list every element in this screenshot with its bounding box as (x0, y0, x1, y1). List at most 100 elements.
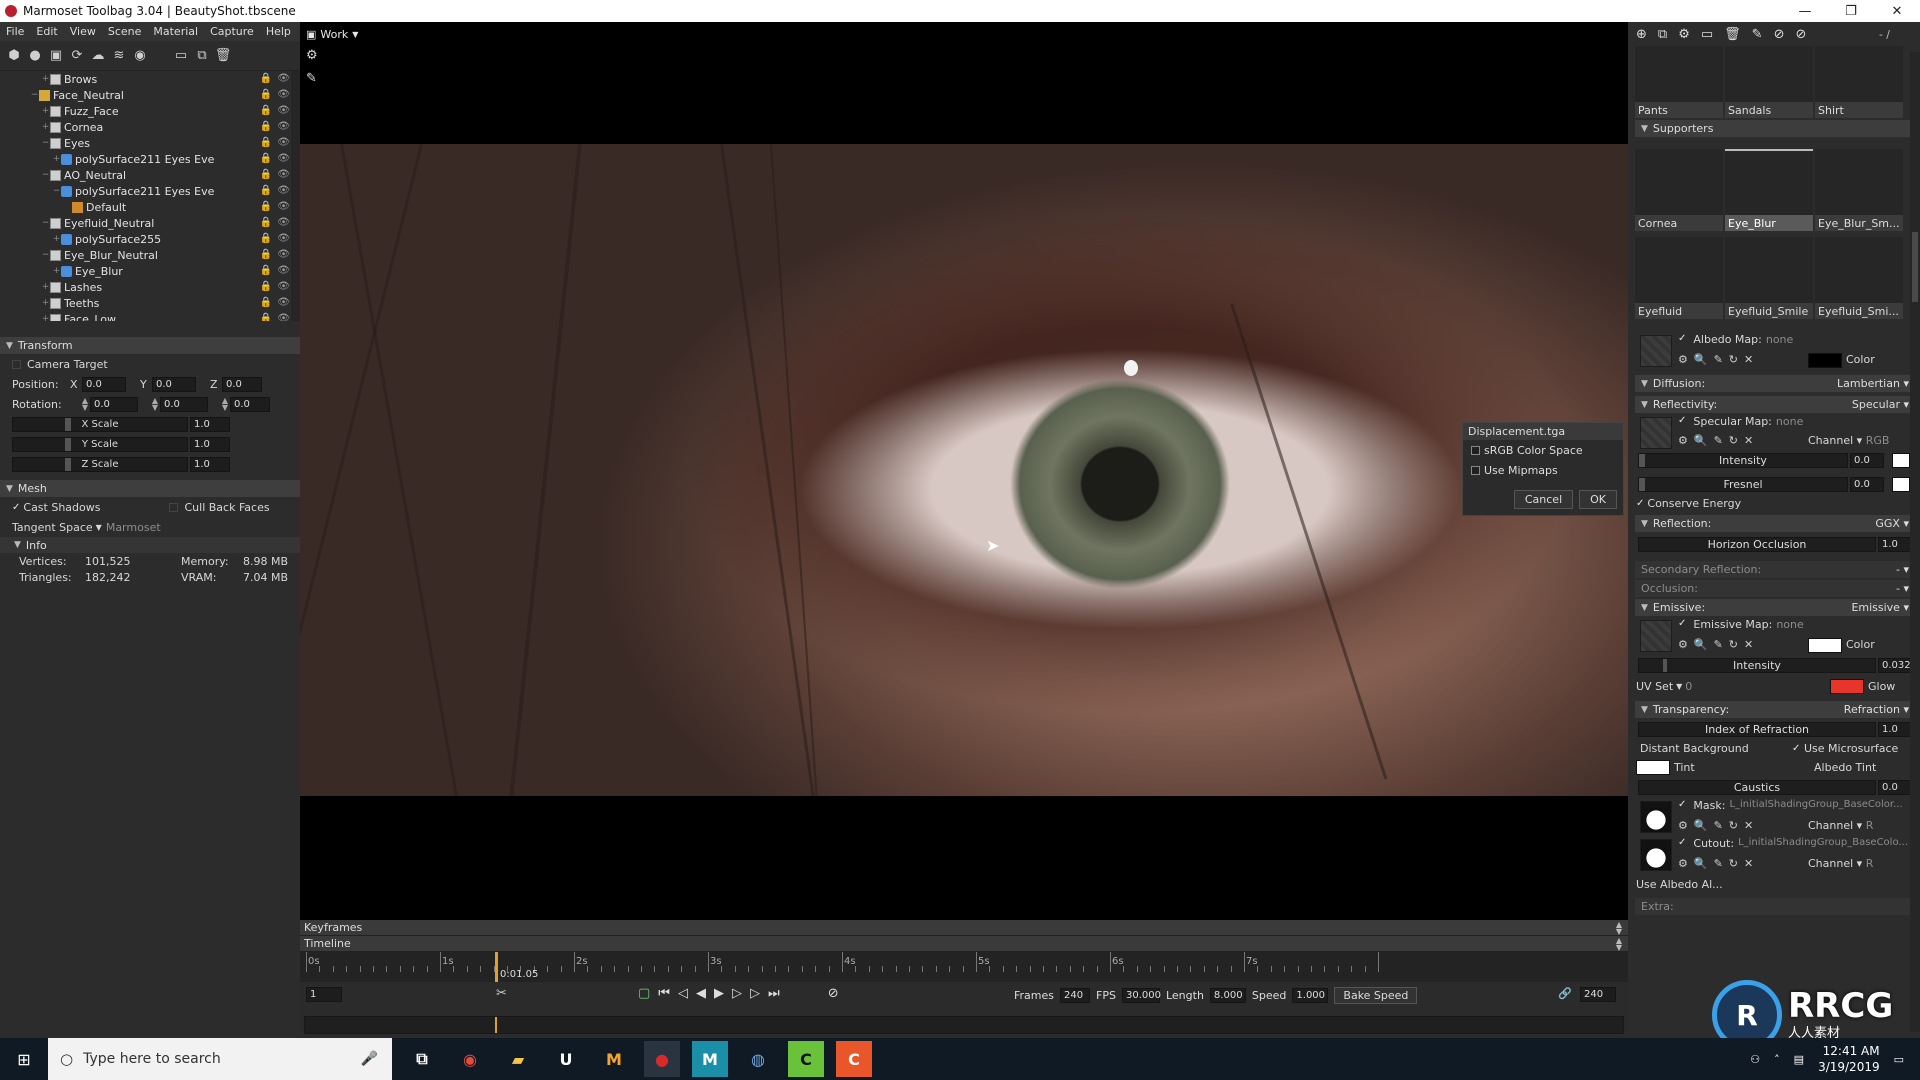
mudbox-icon[interactable]: M (692, 1041, 728, 1077)
add-fog-icon[interactable]: ≋ (111, 48, 127, 64)
cutout-channel-dropdown[interactable]: Channel ▾ R (1808, 857, 1873, 870)
marmoset-taskbar-icon[interactable]: ● (644, 1041, 680, 1077)
reflectivity-header[interactable]: ▼ Reflectivity: Specular ▾ (1635, 396, 1913, 413)
supporters-group-header[interactable]: ▼ Supporters (1635, 120, 1913, 137)
visibility-eye-icon[interactable]: 👁 (277, 169, 290, 180)
tangent-space-value[interactable]: Marmoset (106, 521, 161, 534)
visibility-eye-icon[interactable]: 👁 (277, 185, 290, 196)
lock-icon[interactable]: 🔒 (260, 73, 272, 84)
scene-tree-item[interactable]: + Face_Low 🔒 👁 (0, 311, 300, 321)
reflection-header[interactable]: ▼ Reflection: GGX ▾ (1635, 515, 1913, 532)
add-mesh-icon[interactable]: ⬢ (6, 48, 22, 64)
emissive-edit-icon[interactable]: ✎ (1714, 638, 1723, 651)
material-view-dropdown[interactable]: - / (1879, 28, 1890, 41)
menu-material[interactable]: Material (147, 25, 204, 38)
emissive-header[interactable]: ▼ Emissive: Emissive ▾ (1635, 599, 1913, 616)
taskbar-search[interactable]: ○ Type here to search 🎤 (48, 1038, 392, 1080)
diffusion-dropdown[interactable]: Lambertian ▾ (1837, 377, 1909, 390)
conserve-energy-checkbox[interactable]: ✓ (1636, 498, 1644, 509)
lock-icon[interactable]: 🔒 (260, 233, 272, 244)
caustics-slider[interactable]: Caustics (1638, 780, 1876, 795)
delete-material-icon[interactable]: 🗑 (1724, 27, 1741, 42)
specular-intensity-slider[interactable]: Intensity (1638, 453, 1848, 468)
tangent-space-dropdown-icon[interactable]: ▼ (96, 523, 102, 532)
tree-expand-toggle[interactable]: + (52, 234, 61, 244)
lock-icon[interactable]: 🔒 (260, 249, 272, 260)
transparency-dropdown[interactable]: Refraction ▾ (1844, 703, 1909, 716)
chrome-icon[interactable]: ◉ (452, 1041, 488, 1077)
duplicate-icon[interactable]: ⧉ (194, 48, 210, 64)
mipmaps-option[interactable]: Use Mipmaps (1463, 460, 1623, 480)
material-filter-icon[interactable]: ⊘ (1795, 27, 1806, 42)
specular-intensity-color[interactable] (1892, 453, 1910, 468)
unreal-engine-icon[interactable]: U (548, 1041, 584, 1077)
scene-tree-item[interactable]: + polySurface211 Eyes Eve 🔒 👁 (0, 151, 300, 167)
material-swatch-eye-blur-smile[interactable]: Eye_Blur_Sm... (1815, 149, 1903, 231)
menu-file[interactable]: File (0, 25, 30, 38)
new-folder-icon[interactable]: ▭ (173, 48, 189, 64)
occlusion-header[interactable]: Occlusion: - ▾ (1635, 580, 1913, 597)
scene-tree-item[interactable]: − polySurface211 Eyes Eve 🔒 👁 (0, 183, 300, 199)
step-back-icon[interactable]: ◀ (696, 986, 706, 1001)
add-shadow-catcher-icon[interactable]: ☁ (90, 48, 106, 64)
dialog-cancel-button[interactable]: Cancel (1513, 490, 1574, 509)
info-section-header[interactable]: ▼ Info (0, 537, 300, 553)
scene-tree-item[interactable]: + Cornea 🔒 👁 (0, 119, 300, 135)
rotation-z-field[interactable]: 0.0 (230, 396, 270, 412)
visibility-eye-icon[interactable]: 👁 (277, 281, 290, 292)
timeline-expand-icon[interactable]: ▲ ▼ (1616, 937, 1622, 952)
lock-icon[interactable]: 🔒 (260, 297, 272, 308)
cutout-clear-icon[interactable]: ✕ (1744, 857, 1753, 870)
emissive-dropdown[interactable]: Emissive ▾ (1851, 601, 1909, 614)
cutout-settings-icon[interactable]: ⚙ (1678, 857, 1688, 870)
lock-icon[interactable]: 🔒 (260, 89, 272, 100)
timeline-settings-icon[interactable]: ⊘ (828, 986, 839, 1001)
rotation-x-field[interactable]: 0.0 (90, 396, 138, 412)
visibility-eye-icon[interactable]: 👁 (277, 105, 290, 116)
ior-value[interactable]: 1.0 (1878, 722, 1912, 737)
emissive-reload-icon[interactable]: ↻ (1729, 638, 1738, 651)
mask-thumbnail[interactable] (1640, 801, 1672, 833)
restore-button[interactable]: ❐ (1828, 4, 1874, 19)
skip-to-start-icon[interactable]: ⏮ (658, 986, 670, 1001)
camera-target-checkbox[interactable] (12, 359, 21, 369)
cutout-search-icon[interactable]: 🔍 (1694, 857, 1708, 870)
prev-key-icon[interactable]: ◁ (678, 986, 688, 1001)
reflectivity-dropdown[interactable]: Specular ▾ (1852, 398, 1909, 411)
scene-tree-item[interactable]: − Eyes 🔒 👁 (0, 135, 300, 151)
microphone-icon[interactable]: 🎤 (361, 1051, 378, 1067)
albedo-reload-icon[interactable]: ↻ (1729, 353, 1738, 366)
menu-view[interactable]: View (64, 25, 102, 38)
scene-tree-scrollbar[interactable] (291, 71, 300, 321)
speed-field[interactable]: 1.000 (1292, 988, 1329, 1003)
albedo-search-icon[interactable]: 🔍 (1694, 353, 1708, 366)
material-options-icon[interactable]: ⊘ (1774, 27, 1785, 42)
tree-expand-toggle[interactable]: − (41, 170, 50, 180)
secondary-reflection-dropdown[interactable]: - ▾ (1896, 563, 1909, 576)
tree-expand-toggle[interactable]: + (41, 282, 50, 292)
srgb-checkbox[interactable] (1471, 445, 1480, 455)
tree-expand-toggle[interactable]: − (41, 138, 50, 148)
material-settings-icon[interactable]: ⚙ (1678, 27, 1690, 42)
rotation-y-field[interactable]: 0.0 (160, 396, 208, 412)
tree-expand-toggle[interactable]: + (41, 298, 50, 308)
transform-section-header[interactable]: ▼ Transform (0, 337, 300, 354)
cutout-thumbnail[interactable] (1640, 839, 1672, 871)
rotation-z-spinner[interactable]: ▲ ▼ (220, 397, 230, 412)
specular-map-thumbnail[interactable] (1640, 417, 1672, 449)
menu-capture[interactable]: Capture (204, 25, 260, 38)
visibility-eye-icon[interactable]: 👁 (277, 249, 290, 260)
fresnel-value[interactable]: 0.0 (1850, 477, 1884, 492)
horizon-occlusion-slider[interactable]: Horizon Occlusion (1638, 537, 1876, 552)
mask-clear-icon[interactable]: ✕ (1744, 819, 1753, 832)
scene-tree-item[interactable]: + Brows 🔒 👁 (0, 71, 300, 87)
menu-scene[interactable]: Scene (102, 25, 148, 38)
glow-color-swatch[interactable] (1830, 679, 1864, 694)
cutout-checkbox[interactable]: ✓ (1678, 837, 1686, 850)
step-forward-icon[interactable]: ▷ (732, 986, 742, 1001)
keyframes-expand-icon[interactable]: ▲ ▼ (1616, 921, 1622, 936)
scene-tree-item[interactable]: + Teeths 🔒 👁 (0, 295, 300, 311)
material-swatch-cornea[interactable]: Cornea (1635, 149, 1723, 231)
tree-expand-toggle[interactable]: + (41, 74, 50, 84)
menu-edit[interactable]: Edit (30, 25, 63, 38)
